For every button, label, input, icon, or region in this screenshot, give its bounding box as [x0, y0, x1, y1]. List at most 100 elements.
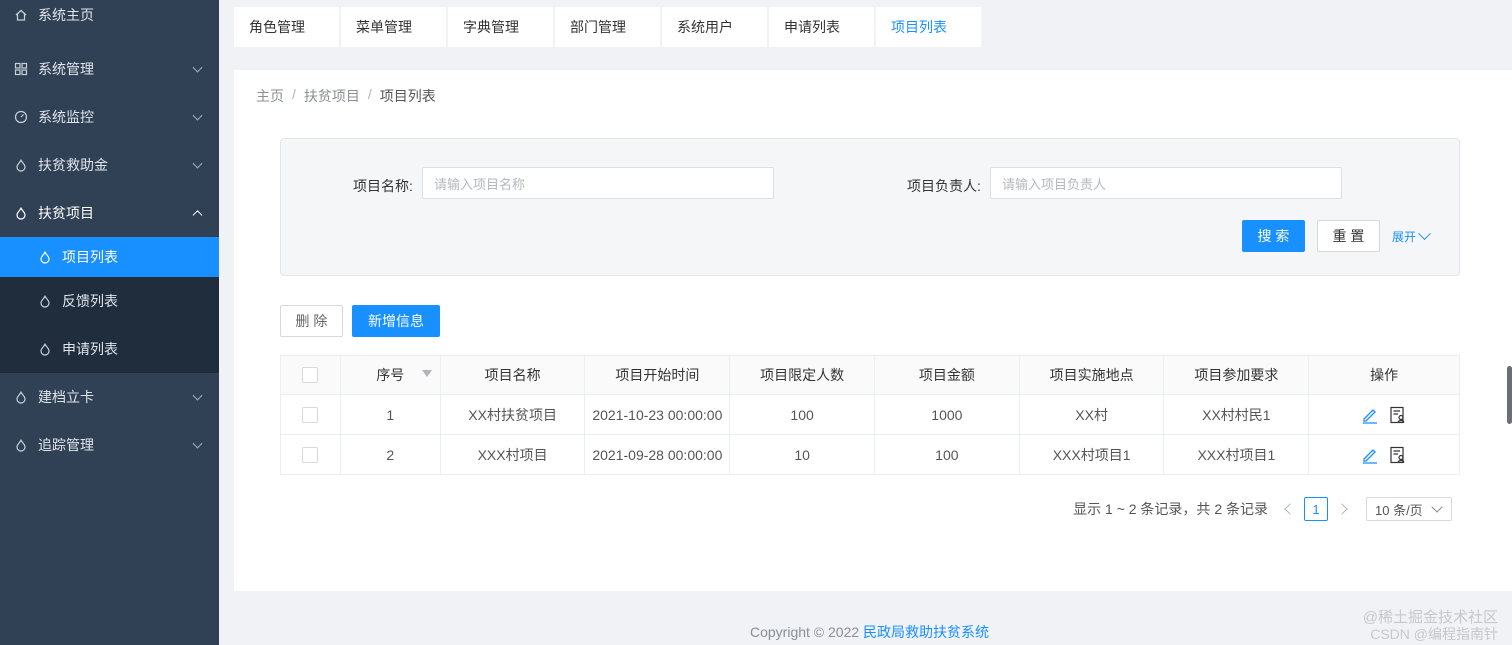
sidebar-item-label: 系统监控 [38, 109, 94, 125]
drop-icon [14, 438, 28, 452]
footer-system-link[interactable]: 民政局救助扶贫系统 [863, 624, 989, 640]
sidebar-item-file-registration[interactable]: 建档立卡 [0, 373, 219, 421]
pagination: 显示 1 ~ 2 条记录，共 2 条记录 1 10 条/页 [1073, 497, 1452, 521]
detail-icon[interactable] [1389, 446, 1407, 464]
dashboard-icon [14, 110, 28, 124]
chevron-down-icon [192, 158, 203, 169]
table-cell: 1 [341, 395, 441, 434]
table-cell: 2021-09-28 00:00:00 [585, 435, 731, 474]
row-checkbox[interactable] [302, 406, 319, 423]
table-cell: XXX村项目1 [1020, 435, 1165, 474]
sidebar-item-home[interactable]: 系统主页 [0, 0, 219, 30]
breadcrumb-parent[interactable]: 扶贫项目 [304, 86, 360, 106]
project-name-input[interactable]: 请输入项目名称 [422, 167, 774, 199]
table-cell: XXX村项目 [441, 435, 586, 474]
tab-menu-management[interactable]: 菜单管理 [341, 7, 446, 47]
table-cell: 10 [730, 435, 875, 474]
tab-project-list[interactable]: 项目列表 [876, 7, 981, 47]
chevron-down-icon [192, 390, 203, 401]
tab-system-users[interactable]: 系统用户 [662, 7, 767, 47]
search-panel: 项目名称: 请输入项目名称 项目负责人: 请输入项目负责人 搜 索 重 置 展开 [280, 138, 1460, 276]
column-header-label: 序号 [376, 367, 405, 383]
sidebar-item-system-management[interactable]: 系统管理 [0, 45, 219, 93]
watermark-line2: CSDN @编程指南针 [1370, 626, 1498, 642]
sidebar-item-tracking[interactable]: 追踪管理 [0, 421, 219, 469]
table-cell: 1000 [875, 395, 1020, 434]
table-cell: XXX村项目1 [1164, 435, 1310, 474]
sidebar-item-project-list[interactable]: 项目列表 [0, 237, 219, 277]
chevron-down-icon [192, 438, 203, 449]
table-cell: XX村 [1020, 395, 1165, 434]
column-header: 序号 [340, 356, 441, 394]
page-number[interactable]: 1 [1304, 497, 1328, 521]
table-cell: 100 [875, 435, 1020, 474]
table-row: 1 XX村扶贫项目 2021-10-23 00:00:00 100 1000 X… [281, 395, 1459, 435]
sidebar-item-label: 扶贫救助金 [38, 157, 108, 173]
main-content: 主页 / 扶贫项目 / 项目列表 项目名称: 请输入项目名称 项目负责人: 请输… [234, 70, 1512, 591]
table-cell: 2 [341, 435, 441, 474]
home-icon [14, 8, 28, 22]
sidebar-item-label: 追踪管理 [38, 437, 94, 453]
next-page-icon[interactable] [1336, 503, 1348, 515]
sidebar-item-poverty-projects[interactable]: 扶贫项目 [0, 189, 219, 237]
footer: Copyright © 2022 民政局救助扶贫系统 [750, 622, 989, 642]
grid-icon [14, 62, 28, 76]
chevron-down-icon [192, 110, 203, 121]
footer-copyright: Copyright © 2022 [750, 624, 864, 640]
actions-cell [1309, 435, 1459, 474]
row-select-cell [281, 435, 341, 474]
tab-application-list[interactable]: 申请列表 [769, 7, 874, 47]
drop-icon [14, 390, 28, 404]
page-size-select[interactable]: 10 条/页 [1366, 497, 1452, 521]
project-table: 序号 项目名称 项目开始时间 项目限定人数 项目金额 项目实施地点 项目参加要求… [280, 355, 1460, 475]
column-header: 项目名称 [440, 356, 586, 394]
table-cell: XX村扶贫项目 [441, 395, 586, 434]
filter-icon[interactable] [421, 370, 432, 377]
delete-button[interactable]: 删 除 [280, 305, 343, 337]
edit-icon[interactable] [1361, 446, 1379, 464]
drop-icon [14, 206, 28, 220]
column-header: 项目开始时间 [585, 356, 731, 394]
row-select-cell [281, 395, 341, 434]
table-header-row: 序号 项目名称 项目开始时间 项目限定人数 项目金额 项目实施地点 项目参加要求… [281, 356, 1459, 395]
sidebar-item-application-list[interactable]: 申请列表 [0, 325, 219, 373]
sidebar-item-relief-fund[interactable]: 扶贫救助金 [0, 141, 219, 189]
drop-icon [38, 342, 52, 356]
row-checkbox[interactable] [302, 446, 319, 463]
column-header: 项目限定人数 [730, 356, 875, 394]
expand-toggle[interactable]: 展开 [1392, 227, 1431, 245]
sidebar-item-label: 项目列表 [62, 249, 118, 265]
scrollbar-thumb[interactable] [1507, 366, 1512, 424]
pagination-summary: 显示 1 ~ 2 条记录，共 2 条记录 [1073, 501, 1268, 517]
detail-icon[interactable] [1389, 406, 1407, 424]
page-size-value: 10 条/页 [1375, 502, 1423, 518]
breadcrumb-home[interactable]: 主页 [256, 86, 284, 106]
tab-dictionary-management[interactable]: 字典管理 [448, 7, 553, 47]
search-button[interactable]: 搜 索 [1242, 220, 1305, 252]
table-cell: XX村村民1 [1164, 395, 1310, 434]
sidebar-item-system-monitor[interactable]: 系统监控 [0, 93, 219, 141]
reset-button[interactable]: 重 置 [1317, 220, 1380, 252]
table-row: 2 XXX村项目 2021-09-28 00:00:00 10 100 XXX村… [281, 435, 1459, 475]
select-all-checkbox[interactable] [302, 367, 319, 383]
project-name-label: 项目名称: [353, 178, 413, 194]
add-info-button[interactable]: 新增信息 [352, 305, 440, 337]
sidebar-item-label: 扶贫项目 [38, 205, 94, 221]
column-header: 项目金额 [874, 356, 1020, 394]
edit-icon[interactable] [1361, 406, 1379, 424]
tab-bar: 角色管理 菜单管理 字典管理 部门管理 系统用户 申请列表 项目列表 [234, 7, 983, 47]
tab-role-management[interactable]: 角色管理 [234, 7, 339, 47]
select-all-cell [281, 356, 341, 394]
drop-icon [38, 250, 52, 264]
project-owner-input[interactable]: 请输入项目负责人 [990, 167, 1342, 199]
prev-page-icon[interactable] [1284, 503, 1296, 515]
drop-icon [14, 158, 28, 172]
actions-cell [1309, 395, 1459, 434]
tab-department-management[interactable]: 部门管理 [555, 7, 660, 47]
sidebar: 系统主页 系统管理 系统监控 扶贫救助金 扶贫项目 项目列表 反馈列表 申请列表… [0, 0, 219, 645]
expand-label: 展开 [1392, 230, 1417, 244]
sidebar-item-label: 系统管理 [38, 61, 94, 77]
breadcrumb: 主页 / 扶贫项目 / 项目列表 [256, 86, 436, 106]
sidebar-item-feedback-list[interactable]: 反馈列表 [0, 277, 219, 325]
sidebar-item-label: 系统主页 [38, 7, 94, 23]
